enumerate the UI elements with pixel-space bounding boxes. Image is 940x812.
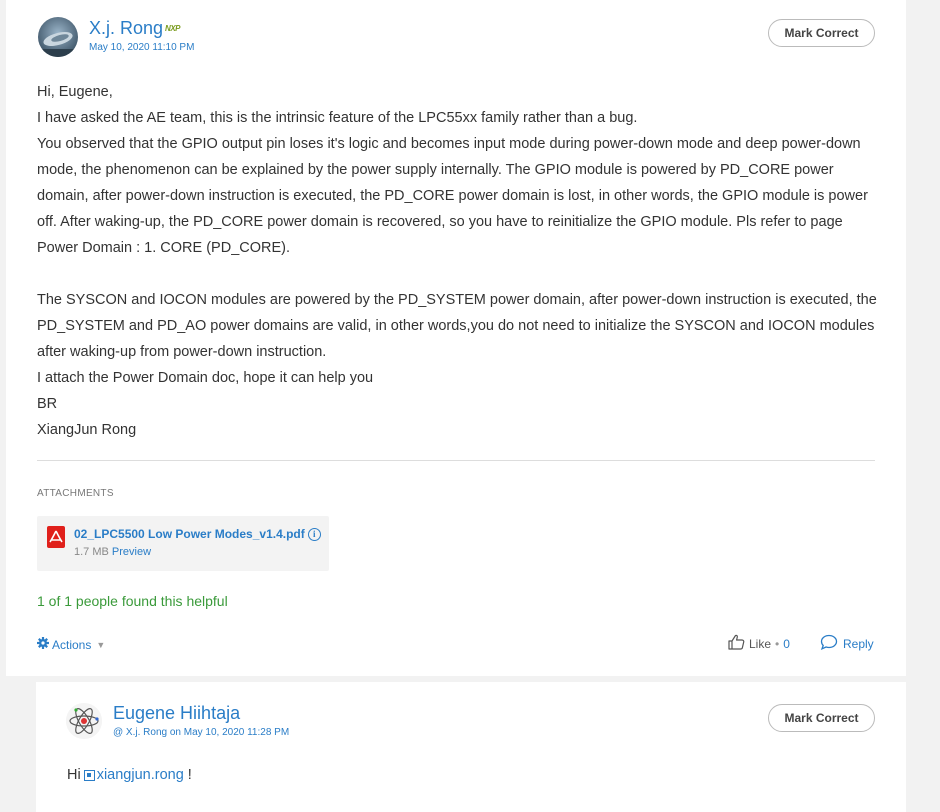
post-paragraph xyxy=(37,261,877,287)
mark-correct-button[interactable]: Mark Correct xyxy=(768,19,875,47)
author-avatar[interactable] xyxy=(38,17,78,57)
post-paragraph: The SYSCON and IOCON modules are powered… xyxy=(37,292,877,360)
like-label[interactable]: Like xyxy=(749,637,771,651)
author-name[interactable]: X.j. Rong NXP xyxy=(89,18,180,39)
pdf-icon xyxy=(47,526,65,548)
post-card: X.j. Rong NXP May 10, 2020 11:10 PM Mark… xyxy=(6,0,906,676)
preview-link[interactable]: Preview xyxy=(112,546,151,558)
attachment-meta: 1.7 MB Preview xyxy=(74,546,151,558)
mark-correct-button[interactable]: Mark Correct xyxy=(768,704,875,732)
nxp-badge-icon: NXP xyxy=(165,24,180,33)
reply-card: Eugene Hiihtaja @ X.j. Rong on May 10, 2… xyxy=(36,682,906,812)
reply-meta[interactable]: @ X.j. Rong on May 10, 2020 11:28 PM xyxy=(113,727,289,738)
author-name-text[interactable]: X.j. Rong xyxy=(89,18,163,39)
user-mention-icon xyxy=(83,769,95,781)
attachment-link[interactable]: 02_LPC5500 Low Power Modes_v1.4.pdf i xyxy=(74,527,321,541)
actions-menu[interactable]: Actions ▼ xyxy=(37,637,105,652)
reply-suffix: ! xyxy=(183,767,192,783)
attachment-item[interactable]: 02_LPC5500 Low Power Modes_v1.4.pdf i 1.… xyxy=(37,516,329,571)
chevron-down-icon: ▼ xyxy=(96,639,106,650)
actions-label[interactable]: Actions xyxy=(52,638,91,652)
user-mention-link[interactable]: xiangjun.rong xyxy=(97,767,184,783)
divider xyxy=(37,460,875,461)
attachment-size: 1.7 MB xyxy=(74,546,109,558)
post-paragraph: BR xyxy=(37,396,58,412)
post-body: Hi, Eugene, I have asked the AE team, th… xyxy=(37,79,877,443)
gear-icon xyxy=(37,637,49,652)
reply-author-name[interactable]: Eugene Hiihtaja xyxy=(113,703,240,724)
attachments-heading: ATTACHMENTS xyxy=(37,488,114,499)
post-paragraph: Hi, Eugene, xyxy=(37,84,113,100)
like-separator: • xyxy=(775,636,780,651)
reply-label[interactable]: Reply xyxy=(843,637,874,651)
reply-greeting: Hi xyxy=(67,767,81,783)
helpful-count: 1 of 1 people found this helpful xyxy=(37,593,228,609)
post-paragraph: You observed that the GPIO output pin lo… xyxy=(37,136,868,256)
reply-body: Hi xiangjun.rong ! xyxy=(67,767,192,783)
reply-author-avatar[interactable] xyxy=(66,703,102,739)
speech-bubble-icon xyxy=(820,634,838,653)
post-paragraph: I have asked the AE team, this is the in… xyxy=(37,110,638,126)
post-date[interactable]: May 10, 2020 11:10 PM xyxy=(89,42,194,53)
post-paragraph: XiangJun Rong xyxy=(37,422,137,438)
info-icon[interactable]: i xyxy=(307,527,321,541)
like-button[interactable]: Like • 0 xyxy=(728,634,790,653)
thumbs-up-icon xyxy=(728,634,745,653)
reply-button[interactable]: Reply xyxy=(820,634,874,653)
like-count[interactable]: 0 xyxy=(783,637,790,651)
post-paragraph: I attach the Power Domain doc, hope it c… xyxy=(37,370,374,386)
attachment-filename[interactable]: 02_LPC5500 Low Power Modes_v1.4.pdf xyxy=(74,527,305,541)
